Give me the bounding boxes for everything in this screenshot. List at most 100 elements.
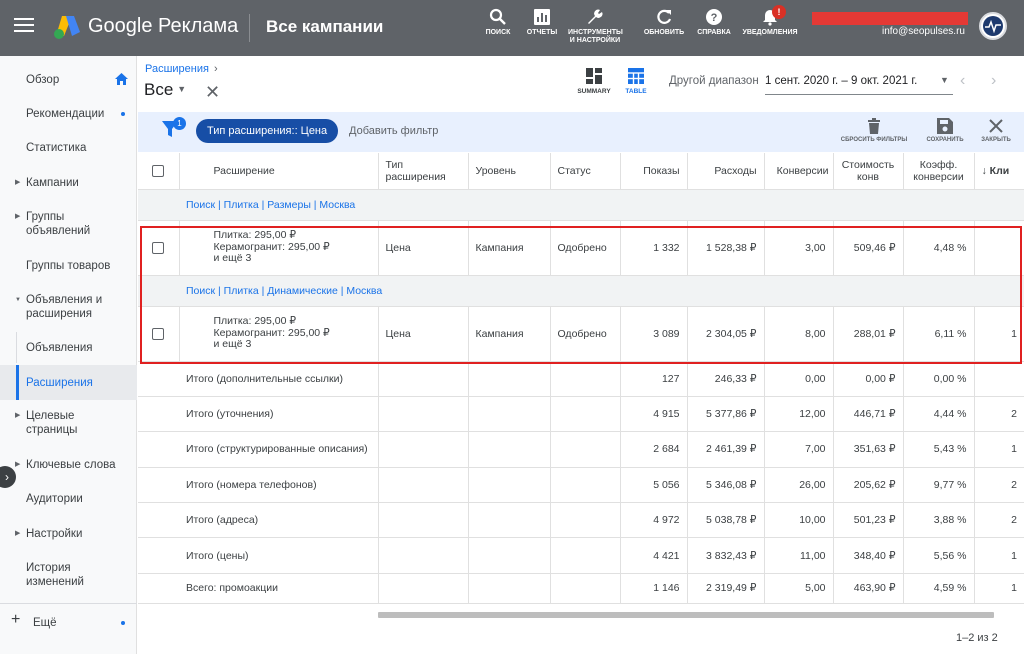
impressions-cell: 4 915 xyxy=(620,396,688,433)
date-range-picker[interactable]: 1 сент. 2020 г. – 9 окт. 2021 г. xyxy=(765,75,917,87)
sidebar-item-label: История изменений xyxy=(26,562,84,588)
save-filter-button[interactable]: СОХРАНИТЬ xyxy=(922,118,968,143)
caret-right-icon: ▶ xyxy=(15,179,21,186)
filter-chip[interactable]: Тип расширения:: Цена xyxy=(196,119,339,143)
caret-down-icon[interactable]: ▼ xyxy=(940,75,949,85)
svg-text:?: ? xyxy=(711,12,718,24)
extension-cell[interactable]: Плитка: 295,00 ₽ Керамогранит: 295,00 ₽ и … xyxy=(179,220,379,276)
view-table-button[interactable]: TABLE xyxy=(620,68,652,95)
clicks-cell: 2 xyxy=(974,396,1024,433)
col-cost[interactable]: Расходы xyxy=(687,153,765,190)
sidebar-item-extensions[interactable]: Расширения xyxy=(0,365,137,400)
total-row: Итого (адреса) 4 972 5 038,78 ₽ 10,00 50… xyxy=(138,502,1024,539)
tree-line xyxy=(16,332,17,363)
horizontal-scrollbar[interactable] xyxy=(378,612,994,618)
avatar[interactable] xyxy=(979,12,1007,40)
sidebar-item-more[interactable]: + Ещё xyxy=(0,612,137,630)
sidebar-item-product-groups[interactable]: Группы товаров xyxy=(0,259,137,273)
campaign-path-link[interactable]: Поиск | Плитка | Размеры | Москва xyxy=(138,189,1024,221)
sidebar-item-label: Ключевые слова xyxy=(26,459,116,471)
cost-per-conv-cell: 348,40 ₽ xyxy=(833,537,904,574)
select-all-cell[interactable] xyxy=(138,153,180,190)
sidebar-item-overview[interactable]: Обзор xyxy=(0,73,137,87)
sidebar-item-campaigns[interactable]: ▶ Кампании xyxy=(0,176,137,190)
total-label: Итого (номера телефонов) xyxy=(138,467,379,504)
tool-label: Обновить xyxy=(643,29,685,36)
google-ads-logo[interactable] xyxy=(52,14,82,40)
tool-refresh[interactable]: Обновить xyxy=(642,8,686,37)
extensions-table: Расширение Тип расширения Уровень Статус… xyxy=(138,153,1024,604)
refresh-icon xyxy=(657,9,672,24)
col-status[interactable]: Статус xyxy=(550,153,621,190)
chevron-left-icon[interactable]: ‹ xyxy=(960,72,965,90)
tool-search[interactable]: Поиск xyxy=(480,8,516,37)
sidebar-item-keywords[interactable]: ▶ Ключевые слова xyxy=(0,458,137,472)
search-icon xyxy=(489,8,506,25)
total-label: Итого (цены) xyxy=(138,537,379,574)
select-all-checkbox[interactable] xyxy=(152,164,165,177)
menu-icon[interactable] xyxy=(14,18,34,38)
view-summary-button[interactable]: SUMMARY xyxy=(574,68,614,95)
sidebar-item-audiences[interactable]: Аудитории xyxy=(0,492,137,506)
conv-rate-cell: 4,44 % xyxy=(903,396,975,433)
breadcrumb[interactable]: Расширения › xyxy=(145,63,218,75)
sidebar-item-label: Аудитории xyxy=(26,493,83,505)
col-level[interactable]: Уровень xyxy=(468,153,551,190)
caret-right-icon: ▶ xyxy=(15,461,21,468)
extension-cell[interactable]: Плитка: 295,00 ₽ Керамогранит: 295,00 ₽ и … xyxy=(179,306,379,362)
clicks-cell: 1 xyxy=(974,537,1024,574)
sidebar-item-ad-groups[interactable]: ▶ Группы объявлений xyxy=(0,210,137,238)
sidebar-item-settings[interactable]: ▶ Настройки xyxy=(0,527,137,541)
sidebar-item-landing-pages[interactable]: ▶ Целевые страницы xyxy=(0,409,137,437)
row-select-cell[interactable] xyxy=(138,306,180,362)
sidebar-item-ads-extensions[interactable]: ▼ Объявления и расширения xyxy=(0,293,137,321)
sidebar-item-statistics[interactable]: Статистика xyxy=(0,141,137,155)
account-title[interactable]: Все кампании xyxy=(266,17,383,37)
total-label: Итого (адреса) xyxy=(138,502,379,539)
collapse-sidebar-button[interactable]: › xyxy=(0,466,16,488)
reset-filters-button[interactable]: СБРОСИТЬ ФИЛЬТРЫ xyxy=(838,118,910,143)
sidebar-item-ads[interactable]: Объявления xyxy=(0,332,137,363)
type-cell: Цена xyxy=(378,220,469,276)
col-cost-per-conv[interactable]: Стоимость конв xyxy=(833,153,904,190)
tool-help[interactable]: ? Справка xyxy=(694,8,734,37)
col-conversions[interactable]: Конверсии xyxy=(764,153,834,190)
col-conv-rate[interactable]: Коэфф. конверсии xyxy=(903,153,975,190)
caret-right-icon: ▶ xyxy=(15,213,21,220)
campaign-group-row: Поиск | Плитка | Размеры | Москва xyxy=(138,189,1024,221)
campaign-group-row: Поиск | Плитка | Динамические | Москва xyxy=(138,275,1024,307)
scope-selector[interactable]: Все ▼ xyxy=(144,80,186,100)
tool-settings[interactable]: Инструменты и настройки xyxy=(568,8,623,45)
action-label: СБРОСИТЬ ФИЛЬТРЫ xyxy=(840,137,908,143)
conv-rate-cell: 4,59 % xyxy=(903,573,975,604)
tool-notifications[interactable]: Уведомления xyxy=(742,8,798,37)
pagination-label: 1–2 из 2 xyxy=(956,632,998,644)
sidebar-item-change-history[interactable]: История изменений xyxy=(0,561,137,589)
close-filter-button[interactable]: ЗАКРЫТЬ xyxy=(978,118,1014,143)
col-clicks[interactable]: ↓ Кли xyxy=(974,153,1024,190)
row-checkbox[interactable] xyxy=(152,327,165,340)
table-row[interactable]: Плитка: 295,00 ₽ Керамогранит: 295,00 ₽ и … xyxy=(138,306,1024,362)
tool-label: Справка xyxy=(697,29,731,36)
sidebar-item-label: Рекомендации xyxy=(26,108,105,120)
total-label: Итого (дополнительные ссылки) xyxy=(138,361,379,397)
col-type[interactable]: Тип расширения xyxy=(378,153,469,190)
cost-per-conv-cell: 446,71 ₽ xyxy=(833,396,904,433)
row-checkbox[interactable] xyxy=(152,241,165,254)
conversions-cell: 10,00 xyxy=(764,502,834,539)
chevron-right-icon[interactable]: › xyxy=(991,72,996,90)
col-impressions[interactable]: Показы xyxy=(620,153,688,190)
campaign-path-link[interactable]: Поиск | Плитка | Динамические | Москва xyxy=(138,275,1024,307)
close-icon[interactable]: ✕ xyxy=(205,82,220,103)
conv-rate-cell: 4,48 % xyxy=(903,220,975,276)
add-filter-button[interactable]: Добавить фильтр xyxy=(349,125,438,137)
sidebar-item-recommendations[interactable]: Рекомендации xyxy=(0,107,137,121)
tool-reports[interactable]: Отчеты xyxy=(524,8,560,37)
row-select-cell[interactable] xyxy=(138,220,180,276)
trash-icon xyxy=(868,118,880,134)
total-label: Итого (уточнения) xyxy=(138,396,379,433)
impressions-cell: 4 972 xyxy=(620,502,688,539)
col-extension[interactable]: Расширение xyxy=(179,153,379,190)
table-row[interactable]: Плитка: 295,00 ₽ Керамогранит: 295,00 ₽ и … xyxy=(138,220,1024,276)
account-email[interactable]: info@seopulses.ru xyxy=(882,26,965,37)
